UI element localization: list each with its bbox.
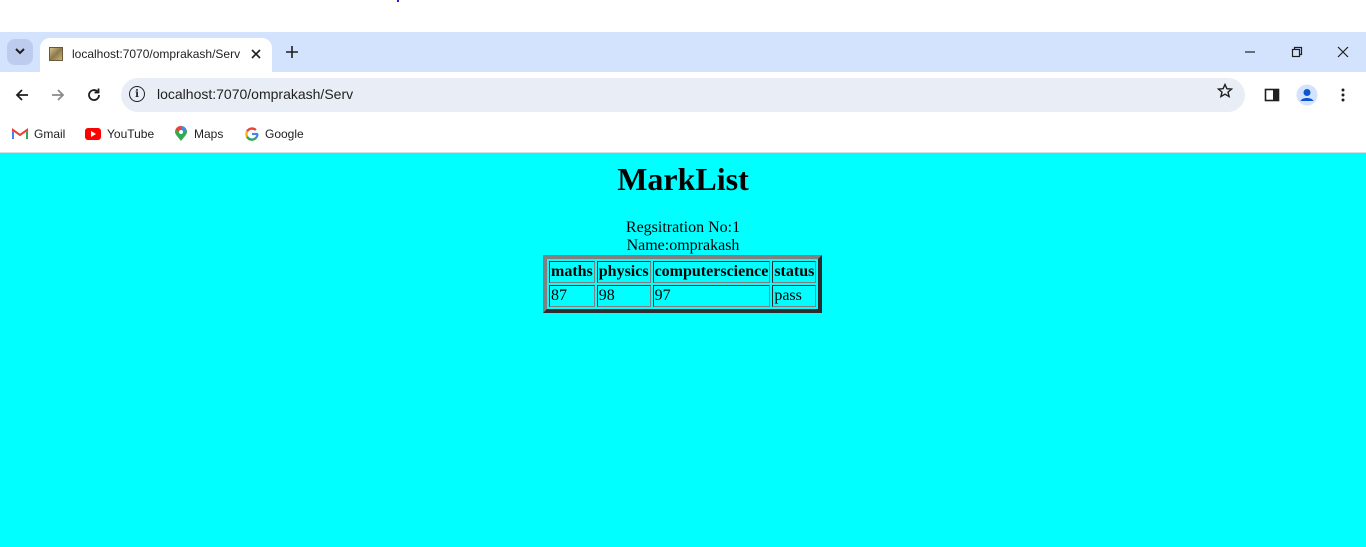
- column-header-computerscience: computerscience: [652, 261, 771, 283]
- column-header-status: status: [772, 261, 817, 283]
- bookmark-star-icon[interactable]: [1216, 82, 1234, 104]
- avatar-icon: [1296, 84, 1318, 106]
- bookmark-label: Maps: [194, 127, 224, 141]
- close-icon: [1337, 46, 1349, 58]
- google-icon: [245, 127, 259, 141]
- new-tab-button[interactable]: [281, 41, 303, 63]
- table-row: 87 98 97 pass: [549, 285, 817, 307]
- bookmark-maps[interactable]: Maps: [174, 124, 223, 144]
- side-panel-icon: [1264, 88, 1280, 102]
- url-text[interactable]: localhost:7070/omprakash/Serv: [157, 86, 353, 102]
- cell-computerscience: 97: [652, 285, 771, 307]
- reload-icon: [88, 88, 100, 101]
- restore-icon: [1291, 46, 1303, 58]
- bookmark-label: Gmail: [34, 127, 66, 141]
- address-bar[interactable]: i localhost:7070/omprakash/Serv: [121, 78, 1245, 112]
- tab-close-icon[interactable]: [246, 44, 266, 64]
- bookmark-label: YouTube: [107, 127, 155, 141]
- arrow-left-icon: [15, 89, 28, 101]
- minimize-button[interactable]: [1238, 40, 1262, 64]
- tab-active[interactable]: localhost:7070/omprakash/Serv: [40, 38, 272, 72]
- gmail-icon: [12, 128, 28, 139]
- restore-button[interactable]: [1285, 40, 1309, 64]
- column-header-physics: physics: [596, 261, 651, 283]
- student-name: Name:omprakash: [626, 237, 740, 254]
- page-title: MarkList: [617, 161, 749, 197]
- bookmarks-bar: Gmail YouTube Maps Google: [0, 118, 1366, 152]
- cell-physics: 98: [596, 285, 651, 307]
- reload-button[interactable]: [81, 82, 107, 108]
- bookmark-youtube[interactable]: YouTube: [85, 124, 154, 144]
- side-panel-button[interactable]: [1259, 82, 1285, 108]
- plus-icon: [286, 46, 298, 58]
- student-info: Regsitration No:1 Name:omprakash: [0, 219, 1366, 255]
- cell-status: pass: [772, 285, 817, 307]
- column-header-maths: maths: [549, 261, 595, 283]
- arrow-right-icon: [52, 89, 65, 101]
- browser-toolbar: i localhost:7070/omprakash/Serv: [0, 72, 1366, 118]
- tab-title: localhost:7070/omprakash/Serv: [72, 47, 241, 61]
- close-window-button[interactable]: [1331, 40, 1355, 64]
- bookmark-google[interactable]: Google: [245, 124, 304, 144]
- page-favicon-icon: [49, 47, 63, 61]
- registration-number: Regsitration No:1: [625, 219, 741, 236]
- menu-button[interactable]: [1330, 82, 1356, 108]
- marks-table: maths physics computerscience status 87 …: [543, 255, 823, 313]
- site-info-icon[interactable]: i: [129, 86, 145, 102]
- table-header-row: maths physics computerscience status: [549, 261, 817, 283]
- youtube-icon: [85, 128, 101, 140]
- bookmark-gmail[interactable]: Gmail: [12, 124, 65, 144]
- chevron-down-icon: [14, 45, 26, 60]
- tab-bar: localhost:7070/omprakash/Serv: [0, 32, 1366, 72]
- cell-maths: 87: [549, 285, 595, 307]
- page-content: MarkList Regsitration No:1 Name:omprakas…: [0, 153, 1366, 547]
- bookmark-label: Google: [265, 127, 304, 141]
- window-top-strip: [0, 0, 1366, 32]
- maps-icon: [175, 126, 187, 141]
- profile-button[interactable]: [1294, 82, 1320, 108]
- stray-pixel: [397, 0, 399, 2]
- back-button[interactable]: [9, 82, 35, 108]
- tab-search-button[interactable]: [7, 39, 33, 65]
- forward-button[interactable]: [45, 82, 71, 108]
- kebab-menu-icon: [1341, 88, 1345, 102]
- minimize-icon: [1245, 51, 1255, 53]
